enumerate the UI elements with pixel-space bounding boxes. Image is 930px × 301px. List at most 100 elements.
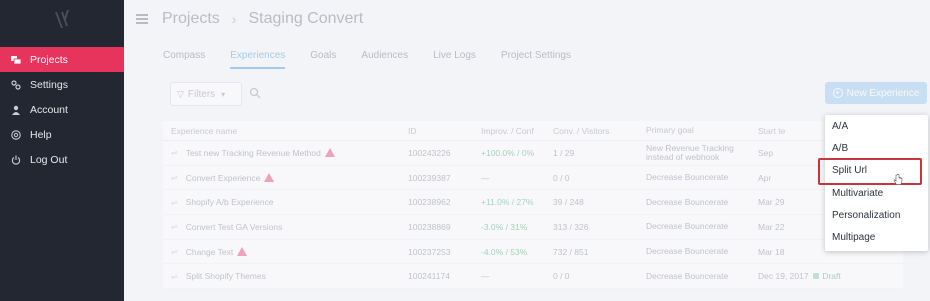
- improvement-value: —: [481, 172, 490, 183]
- table-row[interactable]: ⇌ Test new Tracking Revenue Method 100243…: [163, 141, 903, 166]
- dropdown-item-ab[interactable]: A/B: [825, 137, 928, 159]
- filters-button[interactable]: ▽ Filters ▾: [170, 82, 242, 106]
- highlight-box: [818, 158, 922, 185]
- drag-handle-icon[interactable]: ⇌: [171, 222, 178, 231]
- drag-handle-icon[interactable]: ⇌: [171, 148, 178, 157]
- column-header[interactable]: ID: [408, 126, 481, 136]
- experience-name-cell: ⇌ Test new Tracking Revenue Method: [163, 148, 408, 158]
- sidebar-item-label: Account: [30, 103, 68, 116]
- improvement-value: +100.0% / 0%: [481, 147, 535, 158]
- experience-name-cell: ⇌ Split Shopify Themes: [163, 271, 408, 281]
- warning-icon: [264, 173, 275, 183]
- hand-cursor-icon: [893, 174, 903, 185]
- experience-name[interactable]: Split Shopify Themes: [186, 271, 266, 281]
- experience-name[interactable]: Convert Test GA Versions: [186, 222, 283, 232]
- column-header[interactable]: Improv. / Conf: [481, 126, 553, 136]
- experience-id: 100238869: [408, 221, 451, 232]
- table-row[interactable]: ⇌ Convert Test GA Versions 100238869 -3.0…: [163, 215, 903, 240]
- tab-live-logs[interactable]: Live Logs: [433, 50, 476, 69]
- column-header[interactable]: Primary goal: [646, 126, 758, 135]
- new-experience-button[interactable]: + New Experience: [825, 82, 927, 104]
- dropdown-item-personalization[interactable]: Personalization: [825, 204, 928, 226]
- warning-icon: [237, 247, 248, 257]
- hamburger-menu-icon[interactable]: [136, 14, 148, 24]
- sidebar-item-projects[interactable]: Projects: [0, 47, 124, 72]
- primary-goal: Decrease Bouncerate: [646, 172, 729, 183]
- main-content: Projects › Staging Convert Compass Exper…: [124, 0, 930, 301]
- sidebar-item-account[interactable]: Account: [0, 97, 124, 122]
- table-row[interactable]: ⇌ Split Shopify Themes 100241174 — 0 / 0 …: [163, 264, 903, 290]
- sidebar-nav: Projects Settings Account Help Log Out: [0, 47, 124, 172]
- dropdown-item-aa[interactable]: A/A: [825, 115, 928, 137]
- help-icon: [10, 129, 22, 141]
- filter-icon: ▽: [177, 88, 184, 99]
- experience-name[interactable]: Test new Tracking Revenue Method: [186, 148, 321, 158]
- primary-goal: New Revenue Tracking instead of webhook: [646, 142, 734, 162]
- improvement-value: +11.0% / 27%: [481, 197, 534, 208]
- page-title: Staging Convert: [248, 10, 364, 27]
- chevron-down-icon: ▾: [221, 89, 226, 99]
- account-icon: [10, 104, 22, 116]
- experience-name[interactable]: Convert Experience: [186, 173, 261, 183]
- improvement-value: -4.0% / 53%: [481, 246, 528, 257]
- power-icon: [10, 154, 22, 166]
- plus-circle-icon: +: [832, 88, 843, 98]
- sidebar-item-label: Help: [30, 128, 52, 141]
- status-badge: Draft: [822, 271, 841, 282]
- table-row[interactable]: ⇌ Change Text 100237253 -4.0% / 53% 732 /…: [163, 240, 903, 265]
- convert-logo-icon: [55, 10, 69, 28]
- page-header: Projects › Staging Convert: [136, 10, 363, 28]
- primary-goal: Decrease Bouncerate: [646, 270, 729, 281]
- settings-icon: [10, 79, 22, 91]
- experience-name[interactable]: Change Text: [186, 247, 234, 257]
- column-header[interactable]: Experience name: [163, 126, 408, 136]
- sidebar-item-label: Settings: [30, 78, 68, 91]
- improvement-value: -3.0% / 31%: [481, 221, 528, 232]
- tab-compass[interactable]: Compass: [163, 50, 205, 69]
- tab-experiences[interactable]: Experiences: [230, 50, 286, 69]
- experience-id: 100243226: [408, 147, 451, 158]
- sidebar-item-label: Log Out: [30, 153, 68, 166]
- table-row[interactable]: ⇌ Convert Experience 100239387 — 0 / 0 De…: [163, 166, 903, 191]
- sidebar-item-logout[interactable]: Log Out: [0, 147, 124, 172]
- sidebar-item-label: Projects: [30, 53, 68, 66]
- tab-audiences[interactable]: Audiences: [361, 50, 408, 69]
- column-header[interactable]: Conv. / Visitors: [553, 126, 646, 136]
- drag-handle-icon[interactable]: ⇌: [171, 198, 178, 207]
- start-date-cell: Dec 19, 2017 Draft: [758, 271, 903, 281]
- conversions-value: 313 / 326: [553, 221, 589, 232]
- experience-id: 100237253: [408, 246, 451, 257]
- experience-name-cell: ⇌ Change Text: [163, 247, 408, 257]
- drag-handle-icon[interactable]: ⇌: [171, 272, 178, 281]
- drag-handle-icon[interactable]: ⇌: [171, 247, 178, 256]
- breadcrumb-separator-icon: ›: [231, 11, 237, 27]
- improvement-value: —: [481, 271, 490, 282]
- table-row[interactable]: ⇌ Shopify A/b Experience 100238962 +11.0%…: [163, 190, 903, 216]
- conversions-value: 39 / 248: [553, 197, 584, 208]
- projects-icon: [10, 54, 22, 66]
- experience-id: 100238962: [408, 197, 451, 208]
- conversions-value: 1 / 29: [553, 147, 575, 158]
- status-dot-icon: [813, 273, 820, 280]
- experience-id: 100239387: [408, 172, 451, 183]
- sidebar: Projects Settings Account Help Log Out: [0, 0, 124, 301]
- drag-handle-icon[interactable]: ⇌: [171, 173, 178, 182]
- project-tabs: Compass Experiences Goals Audiences Live…: [163, 50, 596, 69]
- tab-goals[interactable]: Goals: [310, 50, 336, 69]
- sidebar-item-settings[interactable]: Settings: [0, 72, 124, 97]
- breadcrumb-root[interactable]: Projects: [162, 10, 220, 28]
- primary-goal: Decrease Bouncerate: [646, 246, 729, 257]
- experience-name-cell: ⇌ Convert Test GA Versions: [163, 222, 408, 232]
- dropdown-item-multivariate[interactable]: Multivariate: [825, 182, 928, 204]
- tab-project-settings[interactable]: Project Settings: [501, 50, 571, 69]
- conversions-value: 0 / 0: [553, 271, 570, 282]
- dropdown-item-multipage[interactable]: Multipage: [825, 226, 928, 248]
- warning-icon: [324, 148, 335, 158]
- search-icon[interactable]: [249, 87, 261, 99]
- conversions-value: 0 / 0: [553, 172, 570, 183]
- primary-goal: Decrease Bouncerate: [646, 221, 729, 232]
- conversions-value: 732 / 851: [553, 246, 589, 257]
- sidebar-item-help[interactable]: Help: [0, 122, 124, 147]
- filters-label: Filters: [187, 88, 216, 100]
- experience-name[interactable]: Shopify A/b Experience: [186, 197, 274, 207]
